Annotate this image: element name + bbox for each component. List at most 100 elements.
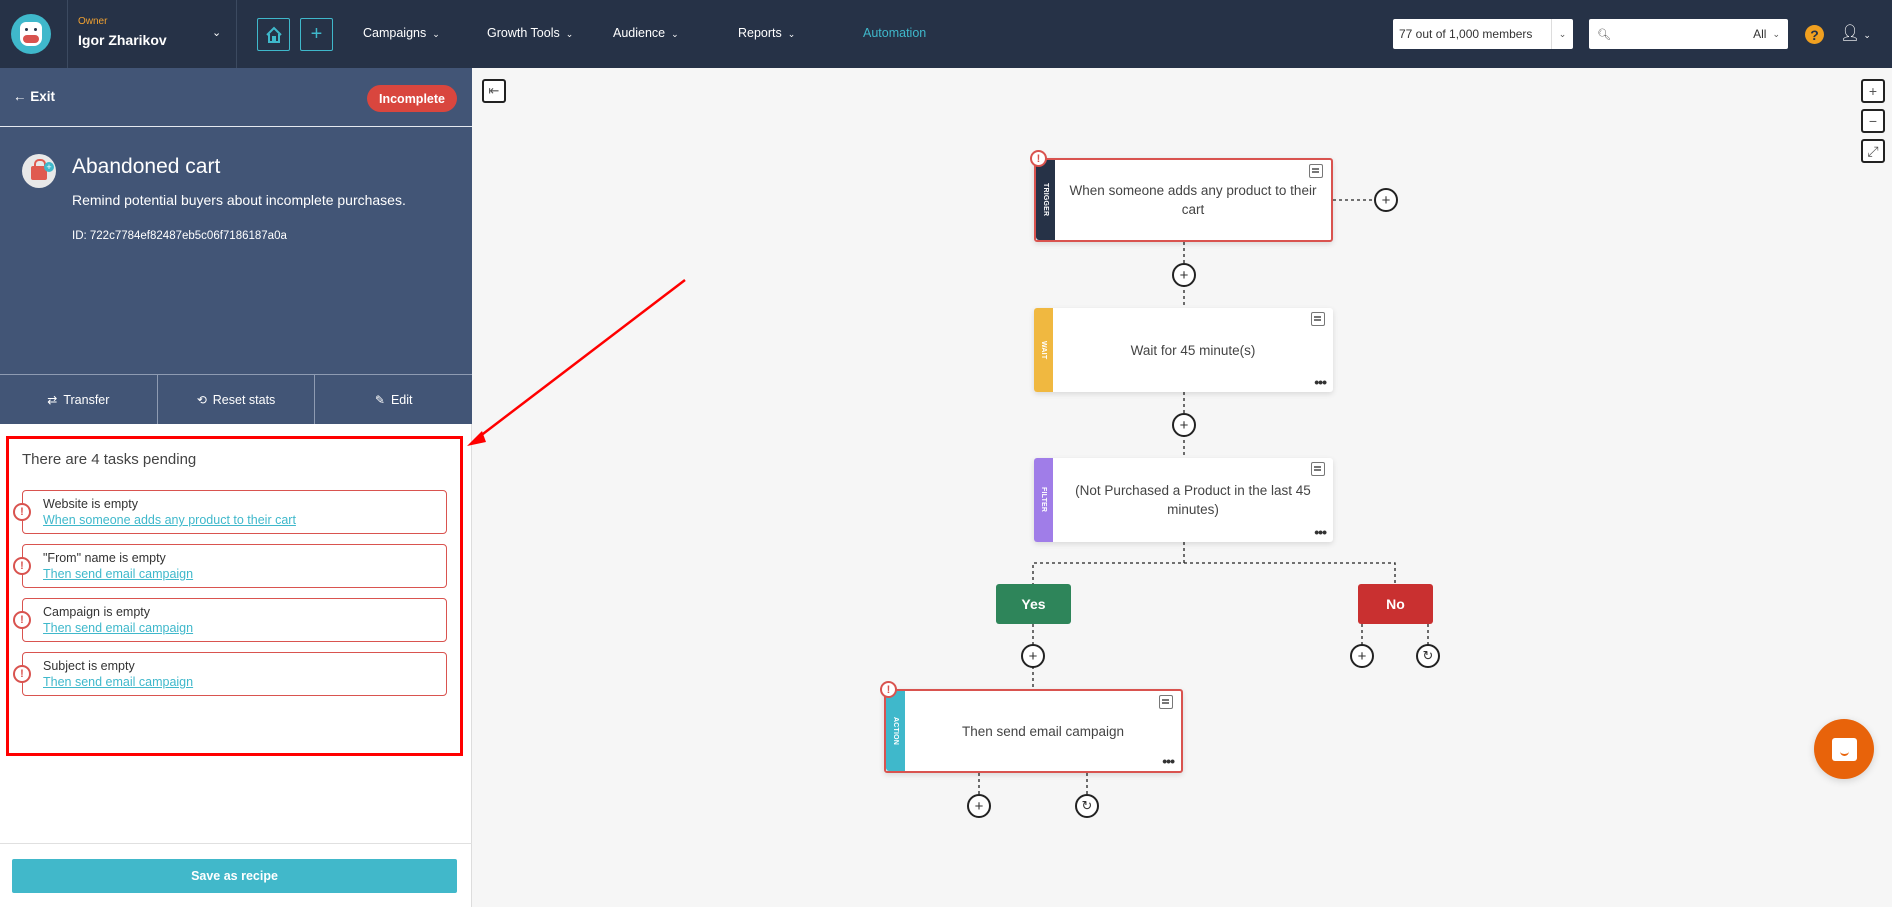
node-type-stripe: ACTION: [886, 691, 905, 771]
user-menu[interactable]: 👤︎ ⌄: [1840, 23, 1871, 43]
automation-title: Abandoned cart: [72, 155, 221, 178]
add-step-button[interactable]: +: [967, 794, 991, 818]
chat-widget-button[interactable]: [1814, 719, 1874, 779]
task-link[interactable]: Then send email campaign: [43, 675, 193, 689]
add-step-button[interactable]: +: [1374, 188, 1398, 212]
edit-label: Edit: [390, 392, 413, 407]
nav-campaigns[interactable]: Campaigns ⌄: [363, 26, 440, 40]
nav-audience[interactable]: Audience ⌄: [613, 26, 679, 40]
refresh-icon: ↻: [1081, 798, 1093, 813]
node-label: When someone adds any product to their c…: [1069, 183, 1317, 217]
task-issue: Campaign is empty: [43, 605, 150, 619]
automation-sidebar: ← Exit Incomplete Abandoned cart Remind …: [0, 68, 472, 907]
node-type-label: WAIT: [1040, 340, 1047, 360]
connector-line: [1032, 542, 1185, 584]
add-step-button[interactable]: +: [1172, 263, 1196, 287]
members-selector[interactable]: 77 out of 1,000 members ⌄: [1393, 19, 1573, 49]
zoom-out-button[interactable]: −: [1861, 109, 1885, 133]
task-link[interactable]: Then send email campaign: [43, 621, 193, 635]
task-item: ! Campaign is empty Then send email camp…: [13, 598, 447, 642]
collapse-left-icon: ⇤: [488, 83, 500, 98]
sidebar-header: ← Exit Incomplete Abandoned cart Remind …: [0, 68, 472, 424]
node-label: Wait for 45 minute(s): [1130, 342, 1256, 358]
fit-view-button[interactable]: ⤢: [1861, 139, 1885, 163]
task-link[interactable]: Then send email campaign: [43, 567, 193, 581]
note-icon[interactable]: [1309, 164, 1323, 178]
search-scope-select[interactable]: All: [1753, 27, 1766, 41]
add-step-button[interactable]: +: [1172, 413, 1196, 437]
arrow-left-icon: ←: [13, 89, 31, 104]
pending-tasks-title: There are 4 tasks pending: [22, 451, 197, 468]
wait-node[interactable]: WAIT Wait for 45 minute(s) •••: [1034, 308, 1333, 392]
yes-branch[interactable]: Yes: [996, 584, 1071, 624]
collapse-sidebar-button[interactable]: ⇤: [482, 79, 506, 103]
task-link[interactable]: When someone adds any product to their c…: [43, 513, 296, 527]
help-icon: ?: [1810, 26, 1819, 43]
owner-name: Igor Zharikov: [78, 32, 167, 48]
home-button[interactable]: [257, 18, 290, 51]
task-item: ! "From" name is empty Then send email c…: [13, 544, 447, 588]
divider: [236, 0, 237, 68]
note-icon[interactable]: [1159, 695, 1173, 709]
top-navbar: Owner Igor Zharikov ⌄ + Campaigns ⌄ Growt…: [0, 0, 1892, 68]
warning-icon: !: [880, 681, 897, 698]
nav-label: Automation: [863, 26, 927, 40]
task-issue: Subject is empty: [43, 659, 135, 673]
add-step-button[interactable]: +: [1021, 644, 1045, 668]
search-box: 🔍︎ All ⌄: [1589, 19, 1788, 49]
zoom-in-button[interactable]: +: [1861, 79, 1885, 103]
node-type-stripe: TRIGGER: [1036, 160, 1055, 240]
history-icon: ⟲: [196, 392, 207, 407]
no-branch[interactable]: No: [1358, 584, 1433, 624]
filter-node[interactable]: FILTER (Not Purchased a Product in the l…: [1034, 458, 1333, 542]
create-button[interactable]: +: [300, 18, 333, 51]
help-button[interactable]: ?: [1805, 25, 1824, 44]
transfer-label: Transfer: [63, 392, 110, 407]
node-label: Then send email campaign: [961, 723, 1125, 739]
more-options-icon[interactable]: •••: [1162, 753, 1175, 769]
nav-growth-tools[interactable]: Growth Tools ⌄: [487, 26, 573, 40]
more-options-icon[interactable]: •••: [1314, 374, 1327, 390]
transfer-button[interactable]: ⇄ Transfer: [0, 375, 158, 424]
action-node[interactable]: ACTION Then send email campaign ••• !: [880, 681, 1183, 773]
connector-line: [1184, 562, 1396, 584]
plus-icon: +: [1868, 83, 1878, 99]
nav-label: Campaigns: [363, 26, 427, 40]
warning-icon: !: [13, 665, 31, 683]
chevron-down-icon: ⌄: [1772, 28, 1780, 39]
note-icon[interactable]: [1311, 462, 1325, 476]
more-options-icon[interactable]: •••: [1314, 524, 1327, 540]
divider: [0, 843, 472, 844]
reset-stats-button[interactable]: ⟲ Reset stats: [158, 375, 316, 424]
task-issue: "From" name is empty: [43, 551, 166, 565]
warning-icon: !: [13, 557, 31, 575]
task-item: ! Website is empty When someone adds any…: [13, 490, 447, 534]
chevron-down-icon[interactable]: ⌄: [212, 26, 221, 39]
node-type-label: ACTION: [892, 716, 899, 746]
account-switcher[interactable]: Owner Igor Zharikov: [78, 16, 167, 48]
nav-label: Reports: [738, 26, 782, 40]
loop-back-button[interactable]: ↻: [1075, 794, 1099, 818]
status-badge: Incomplete: [367, 85, 457, 112]
loop-back-button[interactable]: ↻: [1416, 644, 1440, 668]
automation-id: ID: 722c7784ef82487eb5c06f7186187a0a: [72, 230, 287, 242]
minus-icon: −: [1868, 113, 1878, 129]
exit-button[interactable]: ← Exit: [13, 89, 55, 104]
nav-automation[interactable]: Automation: [863, 26, 926, 40]
plus-icon: +: [1028, 647, 1038, 665]
note-icon[interactable]: [1311, 312, 1325, 326]
save-as-recipe-button[interactable]: Save as recipe: [12, 859, 457, 893]
recipe-avatar: [22, 154, 56, 188]
search-input[interactable]: [1616, 27, 1754, 41]
warning-icon: !: [1030, 150, 1047, 167]
pencil-icon: ✎: [374, 392, 385, 407]
plus-icon: +: [1179, 266, 1189, 284]
app-logo[interactable]: [11, 14, 51, 54]
add-step-button[interactable]: +: [1350, 644, 1374, 668]
edit-button[interactable]: ✎ Edit: [315, 375, 472, 424]
chevron-down-icon: ⌄: [1551, 19, 1573, 49]
cow-mascot-icon: [20, 22, 42, 46]
nav-reports[interactable]: Reports ⌄: [738, 26, 795, 40]
refresh-icon: ↻: [1422, 648, 1434, 663]
trigger-node[interactable]: TRIGGER When someone adds any product to…: [1030, 150, 1333, 242]
